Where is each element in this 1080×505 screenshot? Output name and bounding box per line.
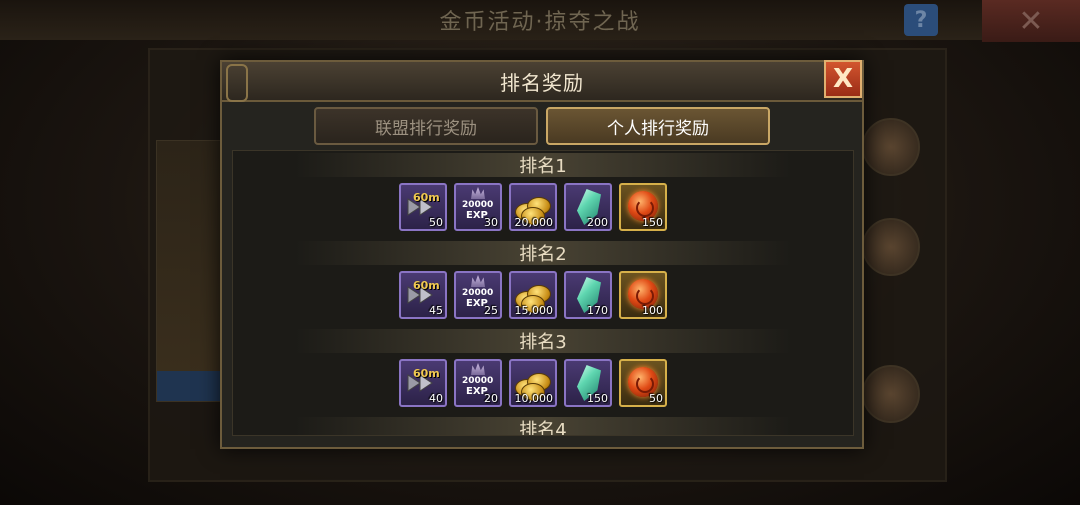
- fire-orb-icon[interactable]: 150: [619, 183, 667, 231]
- corner-ornament-icon: [226, 64, 248, 102]
- fire-orb-icon[interactable]: 100: [619, 271, 667, 319]
- rank-label: 排名3: [233, 329, 853, 353]
- fire-orb-icon[interactable]: 50: [619, 359, 667, 407]
- crown-icon: [471, 187, 485, 199]
- item-count: 20: [484, 392, 498, 405]
- rank-label: 排名1: [233, 153, 853, 177]
- rank-label: 排名2: [233, 241, 853, 265]
- item-count: 30: [484, 216, 498, 229]
- rank-label: 排名4: [233, 417, 853, 435]
- exp-20000-icon[interactable]: 20000 EXP 25: [454, 271, 502, 319]
- crown-icon: [471, 363, 485, 375]
- exp-amount: 20000: [462, 200, 494, 210]
- crystal-icon[interactable]: 200: [564, 183, 612, 231]
- reward-items: 60m 40 20000 EXP 20 10,000 150 50: [399, 359, 667, 407]
- item-count: 200: [587, 216, 608, 229]
- tab-personal-ranking[interactable]: 个人排行奖励: [546, 107, 770, 145]
- reward-items: 60m 45 20000 EXP 25 15,000 170 100: [399, 271, 667, 319]
- speedup-60m-icon[interactable]: 60m 50: [399, 183, 447, 231]
- item-count: 50: [649, 392, 663, 405]
- event-close-button[interactable]: ✕: [982, 0, 1080, 42]
- background-hero-icon: [862, 118, 920, 176]
- gold-coins-icon[interactable]: 15,000: [509, 271, 557, 319]
- gold-coins-icon[interactable]: 20,000: [509, 183, 557, 231]
- exp-20000-icon[interactable]: 20000 EXP 20: [454, 359, 502, 407]
- item-count: 100: [642, 304, 663, 317]
- reward-tabs: 联盟排行奖励 个人排行奖励: [314, 107, 770, 145]
- item-count: 170: [587, 304, 608, 317]
- tab-alliance-ranking[interactable]: 联盟排行奖励: [314, 107, 538, 145]
- speedup-60m-icon[interactable]: 60m 40: [399, 359, 447, 407]
- background-medal-icon: [862, 365, 920, 423]
- item-count: 25: [484, 304, 498, 317]
- exp-amount: 20000: [462, 376, 494, 386]
- exp-20000-icon[interactable]: 20000 EXP 30: [454, 183, 502, 231]
- exp-amount: 20000: [462, 288, 494, 298]
- dialog-title: 排名奖励: [500, 70, 584, 95]
- background-building-icon: [862, 218, 920, 276]
- crystal-icon[interactable]: 170: [564, 271, 612, 319]
- speedup-label: 60m: [413, 367, 440, 380]
- item-count: 150: [587, 392, 608, 405]
- item-count: 20,000: [514, 216, 554, 229]
- background-card-bar: [157, 371, 223, 401]
- item-count: 15,000: [514, 304, 554, 317]
- swirl-icon: [636, 199, 654, 217]
- dialog-header: 排名奖励: [222, 62, 862, 102]
- item-count: 50: [429, 216, 443, 229]
- rank-reward-dialog: 排名奖励 X 联盟排行奖励 个人排行奖励 排名1 60m 50 20000 EXP 30 2…: [220, 60, 864, 449]
- speedup-label: 60m: [413, 191, 440, 204]
- speedup-60m-icon[interactable]: 60m 45: [399, 271, 447, 319]
- crown-icon: [471, 275, 485, 287]
- gold-coins-icon[interactable]: 10,000: [509, 359, 557, 407]
- crystal-icon[interactable]: 150: [564, 359, 612, 407]
- item-count: 45: [429, 304, 443, 317]
- item-count: 150: [642, 216, 663, 229]
- rank-reward-list[interactable]: 排名1 60m 50 20000 EXP 30 20,000 200 150 排名2 60m 45 20…: [232, 150, 854, 436]
- swirl-icon: [636, 375, 654, 393]
- swirl-icon: [636, 287, 654, 305]
- speedup-label: 60m: [413, 279, 440, 292]
- item-count: 10,000: [514, 392, 554, 405]
- dialog-close-button[interactable]: X: [824, 60, 862, 98]
- background-event-card: [156, 140, 224, 402]
- help-button[interactable]: ?: [904, 4, 938, 36]
- item-count: 40: [429, 392, 443, 405]
- reward-items: 60m 50 20000 EXP 30 20,000 200 150: [399, 183, 667, 231]
